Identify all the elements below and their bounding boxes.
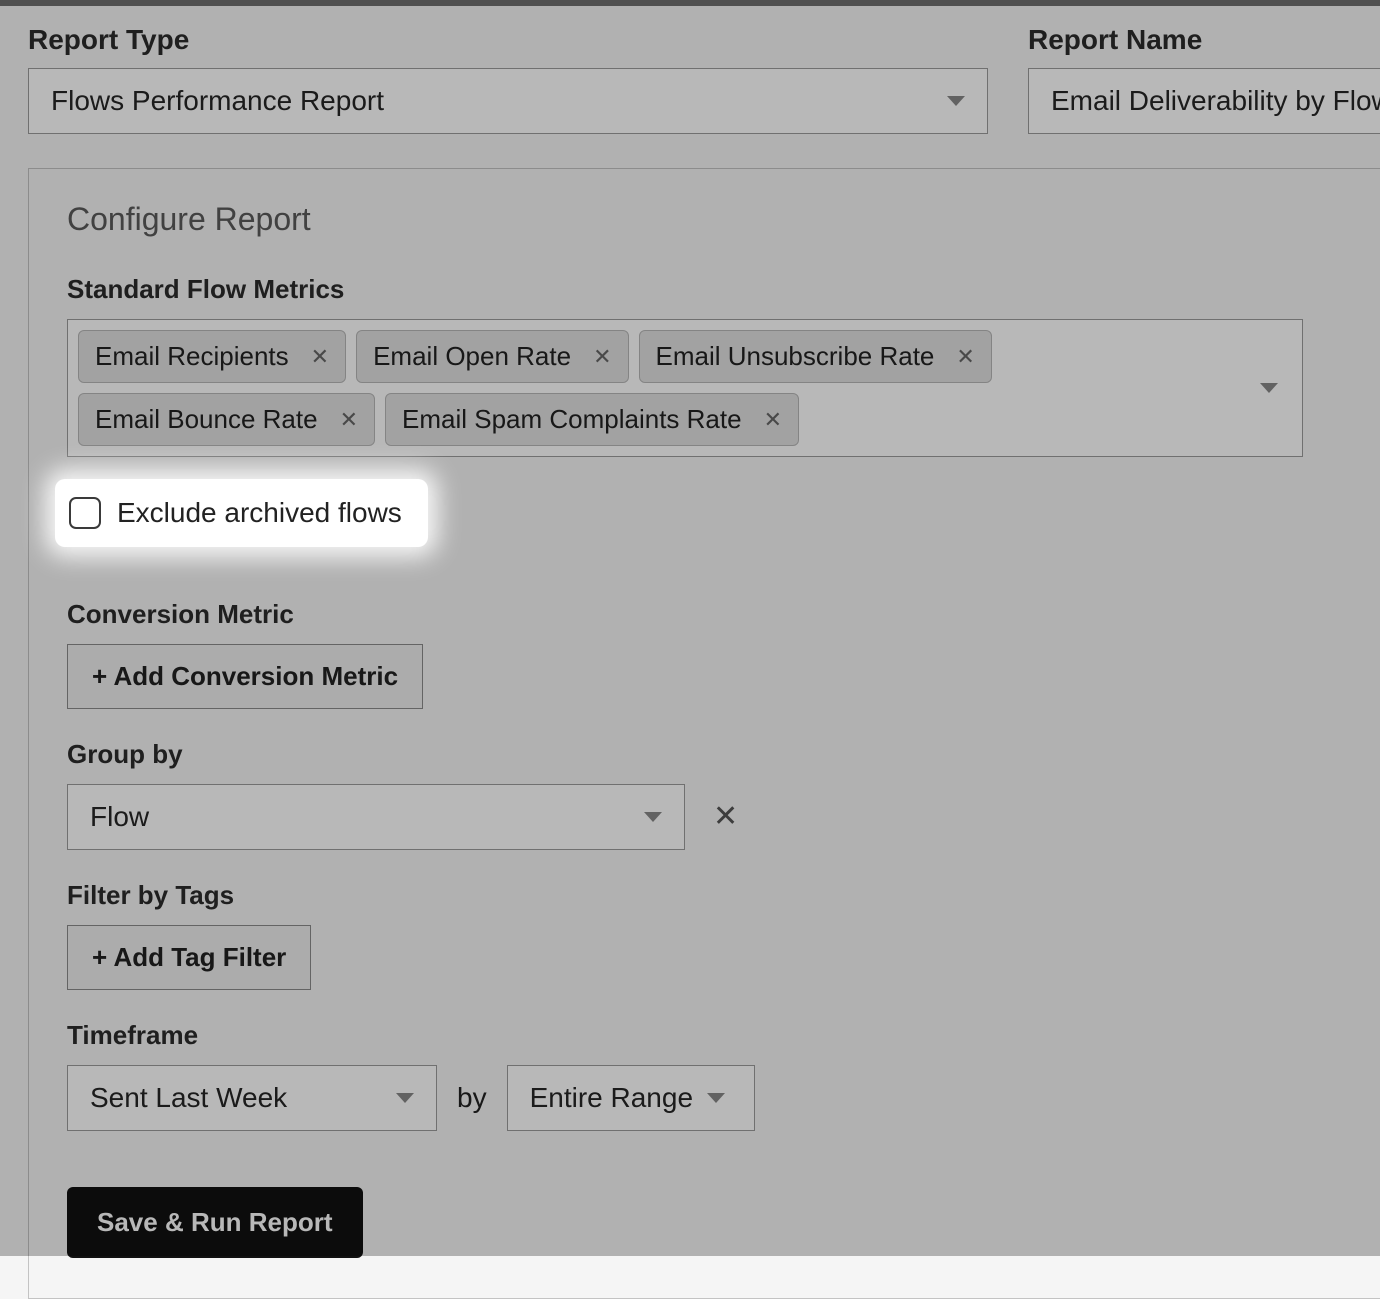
metric-chip-label: Email Unsubscribe Rate [656, 341, 935, 372]
metric-chip: Email Spam Complaints Rate ✕ [385, 393, 799, 446]
metric-chip-label: Email Open Rate [373, 341, 571, 372]
metric-chip: Email Bounce Rate ✕ [78, 393, 375, 446]
remove-chip-icon[interactable]: ✕ [340, 409, 358, 431]
report-name-input[interactable] [1028, 68, 1380, 134]
remove-chip-icon[interactable]: ✕ [764, 409, 782, 431]
report-type-label: Report Type [28, 24, 988, 56]
chevron-down-icon [947, 96, 965, 106]
timeframe-granularity-value: Entire Range [530, 1082, 693, 1114]
groupby-row: Flow ✕ [67, 784, 1380, 850]
conversion-label: Conversion Metric [67, 599, 1380, 630]
chevron-down-icon [1260, 383, 1278, 393]
groupby-section: Group by Flow ✕ [67, 739, 1380, 850]
remove-chip-icon[interactable]: ✕ [956, 346, 974, 368]
top-row: Report Type Flows Performance Report Rep… [28, 24, 1380, 134]
timeframe-by-word: by [457, 1082, 487, 1114]
timeframe-range-select[interactable]: Sent Last Week [67, 1065, 437, 1131]
chevron-down-icon [707, 1093, 725, 1103]
chevron-down-icon [396, 1093, 414, 1103]
report-type-group: Report Type Flows Performance Report [28, 24, 988, 134]
timeframe-range-value: Sent Last Week [90, 1082, 287, 1114]
save-run-report-button[interactable]: Save & Run Report [67, 1187, 363, 1258]
metric-chip: Email Recipients ✕ [78, 330, 346, 383]
tags-section: Filter by Tags + Add Tag Filter [67, 880, 1380, 990]
metrics-label: Standard Flow Metrics [67, 274, 1380, 305]
metric-chip: Email Open Rate ✕ [356, 330, 628, 383]
remove-chip-icon[interactable]: ✕ [593, 346, 611, 368]
panel-title: Configure Report [67, 201, 1380, 238]
chevron-down-icon [644, 812, 662, 822]
exclude-archived-row: Exclude archived flows [55, 479, 428, 547]
metrics-multiselect[interactable]: Email Recipients ✕ Email Open Rate ✕ Ema… [67, 319, 1303, 457]
add-tag-filter-button[interactable]: + Add Tag Filter [67, 925, 311, 990]
report-name-label: Report Name [1028, 24, 1380, 56]
metric-chip-label: Email Recipients [95, 341, 289, 372]
timeframe-section: Timeframe Sent Last Week by Entire Range [67, 1020, 1380, 1131]
groupby-value: Flow [90, 801, 149, 833]
timeframe-granularity-select[interactable]: Entire Range [507, 1065, 755, 1131]
metric-chip-label: Email Bounce Rate [95, 404, 318, 435]
timeframe-row: Sent Last Week by Entire Range [67, 1065, 1380, 1131]
metric-chip: Email Unsubscribe Rate ✕ [639, 330, 992, 383]
configure-report-panel: Configure Report Standard Flow Metrics E… [28, 168, 1380, 1299]
remove-chip-icon[interactable]: ✕ [311, 346, 329, 368]
exclude-archived-label: Exclude archived flows [117, 497, 402, 529]
groupby-label: Group by [67, 739, 1380, 770]
groupby-select[interactable]: Flow [67, 784, 685, 850]
report-config-page: Report Type Flows Performance Report Rep… [0, 0, 1380, 1299]
timeframe-label: Timeframe [67, 1020, 1380, 1051]
remove-groupby-icon[interactable]: ✕ [713, 802, 738, 832]
add-conversion-metric-button[interactable]: + Add Conversion Metric [67, 644, 423, 709]
metrics-section: Standard Flow Metrics Email Recipients ✕… [67, 274, 1380, 569]
report-name-group: Report Name [1028, 24, 1380, 134]
metric-chip-label: Email Spam Complaints Rate [402, 404, 742, 435]
report-type-value: Flows Performance Report [51, 85, 384, 117]
report-type-select[interactable]: Flows Performance Report [28, 68, 988, 134]
conversion-section: Conversion Metric + Add Conversion Metri… [67, 599, 1380, 709]
exclude-archived-checkbox[interactable] [69, 497, 101, 529]
tags-label: Filter by Tags [67, 880, 1380, 911]
